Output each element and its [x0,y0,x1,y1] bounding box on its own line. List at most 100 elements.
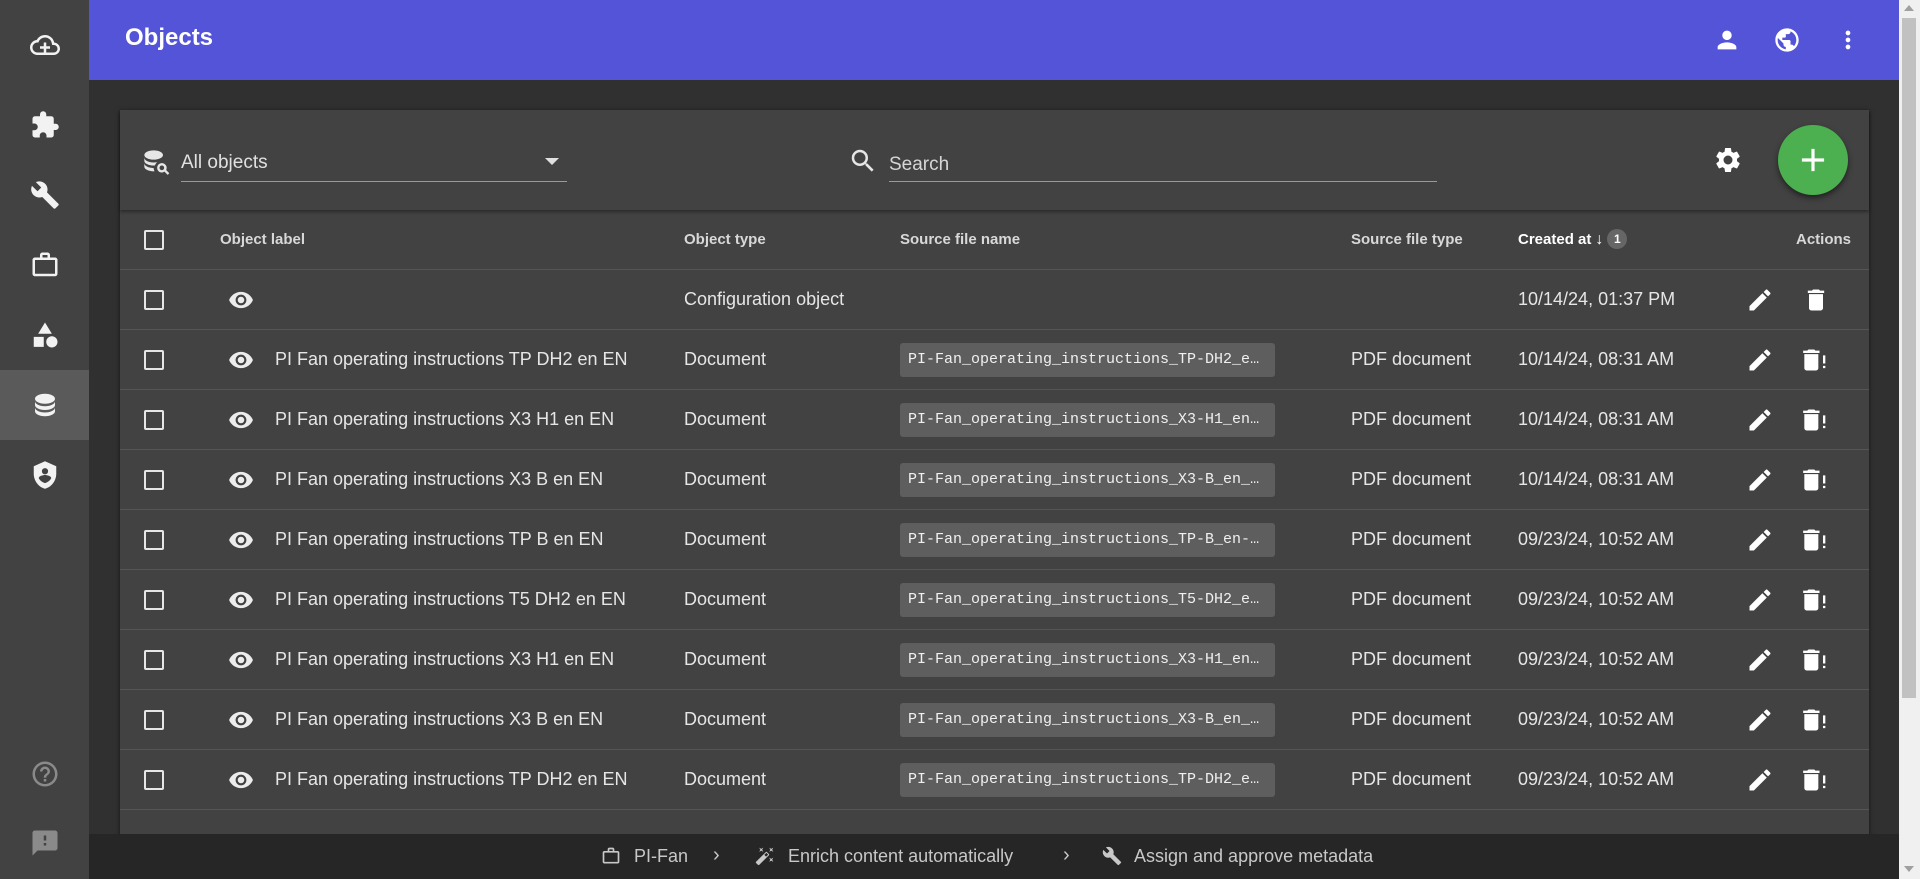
delete-alert-icon [1802,409,1830,438]
delete-button[interactable] [1802,466,1830,494]
column-header-object-type[interactable]: Object type [684,231,766,248]
delete-button[interactable] [1802,766,1830,794]
object-type: Document [684,469,767,489]
pencil-icon [1746,349,1774,378]
table-row[interactable]: Configuration object 10/14/24, 01:37 PM [120,270,1869,330]
object-type: Configuration object [684,289,845,309]
created-at: 09/23/24, 10:52 AM [1518,709,1675,729]
scroll-up-arrow-icon[interactable] [1904,5,1914,11]
eye-icon[interactable] [226,707,256,733]
object-label[interactable]: PI Fan operating instructions TP DH2 en … [275,349,628,370]
delete-button[interactable] [1802,706,1830,734]
object-label[interactable]: PI Fan operating instructions X3 H1 en E… [275,409,614,430]
edit-button[interactable] [1746,406,1774,434]
column-header-source-file-type[interactable]: Source file type [1351,231,1463,248]
table-row[interactable]: PI Fan operating instructions X3 H1 en E… [120,630,1869,690]
add-object-button[interactable] [1778,125,1848,195]
column-header-source-file-name[interactable]: Source file name [900,231,1020,248]
row-checkbox[interactable] [144,410,164,430]
eye-icon[interactable] [226,347,256,373]
select-all-checkbox[interactable] [144,230,164,250]
globe-icon [1775,28,1799,52]
row-checkbox[interactable] [144,350,164,370]
table-row[interactable]: PI Fan operating instructions T5 DH2 en … [120,570,1869,630]
table-row[interactable]: PI Fan operating instructions TP DH2 en … [120,330,1869,390]
object-filter-select[interactable]: All objects [181,146,567,182]
path-item-assign[interactable]: Assign and approve metadata [1134,846,1373,867]
object-label[interactable]: PI Fan operating instructions T5 DH2 en … [275,589,626,610]
object-filter-value: All objects [181,152,268,173]
column-header-created-at[interactable]: Created at ↓ 1 [1518,229,1628,249]
account-button[interactable] [1709,22,1745,58]
scroll-down-arrow-icon[interactable] [1904,866,1914,872]
row-checkbox[interactable] [144,650,164,670]
edit-button[interactable] [1746,766,1774,794]
row-checkbox[interactable] [144,770,164,790]
sidebar-item-security[interactable] [0,440,89,510]
eye-icon[interactable] [226,587,256,613]
path-item-enrich[interactable]: Enrich content automatically [788,846,1013,867]
object-label[interactable]: PI Fan operating instructions TP B en EN [275,529,604,550]
delete-button[interactable] [1802,646,1830,674]
delete-button[interactable] [1802,526,1830,554]
sidebar-item-help[interactable] [0,739,89,809]
eye-icon[interactable] [226,647,256,673]
search-input[interactable] [889,146,1437,182]
gear-icon [1716,147,1740,172]
path-item-project[interactable]: PI-Fan [634,846,688,867]
briefcase-icon [32,252,57,277]
table-row[interactable]: PI Fan operating instructions TP B en EN… [120,510,1869,570]
table-settings-button[interactable] [1710,142,1746,178]
object-label[interactable]: PI Fan operating instructions TP DH2 en … [275,769,628,790]
sidebar-item-categories[interactable] [0,300,89,370]
row-checkbox[interactable] [144,290,164,310]
briefcase-icon [601,846,621,866]
sidebar-item-feedback[interactable] [0,808,89,878]
object-label[interactable]: PI Fan operating instructions X3 H1 en E… [275,649,614,670]
table-header: Object label Object type Source file nam… [120,210,1869,270]
row-checkbox[interactable] [144,710,164,730]
eye-icon[interactable] [226,287,256,313]
edit-button[interactable] [1746,646,1774,674]
magic-wand-icon [755,846,775,866]
table-row[interactable]: PI Fan operating instructions X3 B en EN… [120,450,1869,510]
eye-icon[interactable] [226,407,256,433]
object-label[interactable]: PI Fan operating instructions X3 B en EN [275,469,603,490]
table-row[interactable]: PI Fan operating instructions X3 B en EN… [120,690,1869,750]
edit-button[interactable] [1746,466,1774,494]
eye-icon[interactable] [226,527,256,553]
delete-button[interactable] [1802,586,1830,614]
object-type: Document [684,529,767,549]
top-app-bar: Objects [89,0,1899,80]
row-checkbox[interactable] [144,470,164,490]
edit-button[interactable] [1746,586,1774,614]
sidebar-item-projects[interactable] [0,230,89,300]
scrollbar-thumb[interactable] [1902,18,1916,698]
edit-button[interactable] [1746,286,1774,314]
delete-button[interactable] [1802,286,1830,314]
table-row[interactable]: PI Fan operating instructions TP DH2 en … [120,750,1869,810]
delete-button[interactable] [1802,406,1830,434]
edit-button[interactable] [1746,526,1774,554]
trash-icon [1802,289,1830,318]
eye-icon[interactable] [226,767,256,793]
edit-button[interactable] [1746,346,1774,374]
sidebar-item-extensions[interactable] [0,90,89,160]
column-header-object-label[interactable]: Object label [220,231,305,248]
delete-alert-icon [1802,649,1830,678]
delete-button[interactable] [1802,346,1830,374]
row-checkbox[interactable] [144,530,164,550]
row-checkbox[interactable] [144,590,164,610]
eye-icon[interactable] [226,467,256,493]
delete-alert-icon [1802,349,1830,378]
more-menu-button[interactable] [1830,22,1866,58]
sidebar-item-tools[interactable] [0,160,89,230]
edit-button[interactable] [1746,706,1774,734]
table-row[interactable]: PI Fan operating instructions X3 H1 en E… [120,390,1869,450]
sidebar-item-objects[interactable] [0,370,89,440]
sidebar-item-upload[interactable] [0,10,89,80]
created-at: 10/14/24, 01:37 PM [1518,289,1676,309]
language-button[interactable] [1769,22,1805,58]
vertical-scrollbar[interactable] [1899,0,1920,879]
object-label[interactable]: PI Fan operating instructions X3 B en EN [275,709,603,730]
